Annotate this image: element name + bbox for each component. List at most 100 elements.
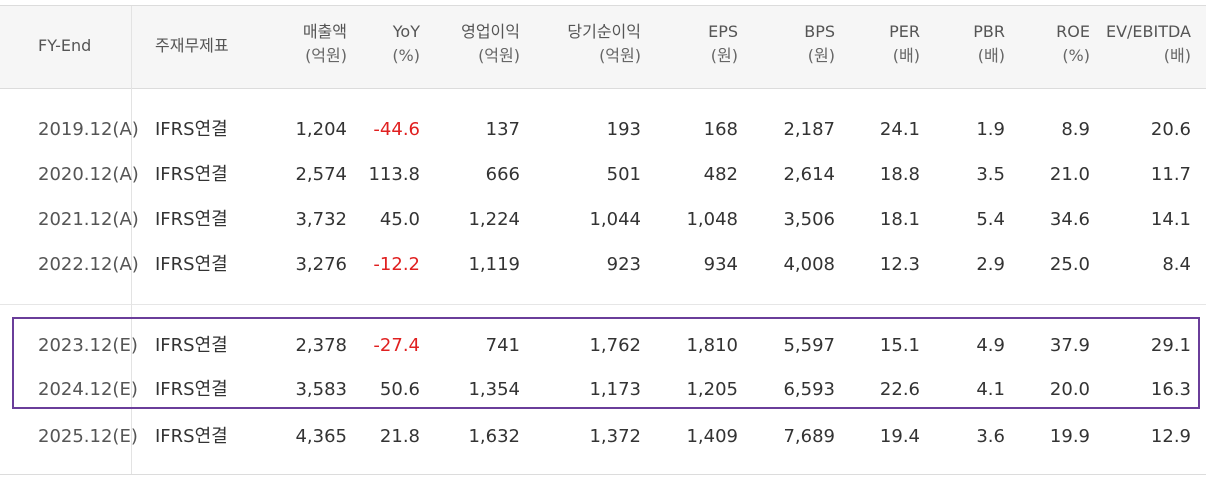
cell-roe: 25.0	[1049, 254, 1090, 275]
cell-roe: 8.9	[1061, 119, 1090, 140]
cell-pbr: 5.4	[976, 209, 1005, 230]
column-header-unit: (배)	[1163, 46, 1191, 65]
cell-bps: 2,614	[783, 164, 835, 185]
column-header-label: 주재무제표	[155, 36, 229, 55]
column-header-unit: (원)	[807, 46, 835, 65]
table-bottom-border	[0, 474, 1206, 475]
cell-net: 501	[606, 164, 641, 185]
column-header-bps: BPS (원)	[804, 20, 835, 68]
column-header-label: YoY	[392, 22, 420, 41]
cell-yoy: -44.6	[373, 119, 420, 140]
cell-per: 19.4	[879, 426, 920, 447]
section-divider	[0, 304, 1206, 305]
cell-net: 923	[606, 254, 641, 275]
cell-fy: 2022.12(A)	[38, 254, 139, 275]
cell-eps: 934	[703, 254, 738, 275]
column-header-fy: FY-End	[38, 34, 91, 58]
column-header-label: EPS	[708, 22, 738, 41]
column-header-op: 영업이익 (억원)	[461, 20, 520, 68]
cell-per: 18.1	[879, 209, 920, 230]
cell-revenue: 3,732	[295, 209, 347, 230]
header-bottom-border	[0, 88, 1206, 89]
column-header-eps: EPS (원)	[708, 20, 738, 68]
cell-op: 1,119	[468, 254, 520, 275]
column-header-label: FY-End	[38, 36, 92, 55]
table-row: 2021.12(A) IFRS연결 3,732 45.0 1,224 1,044 1,048…	[0, 205, 1206, 235]
cell-per: 18.8	[879, 164, 920, 185]
cell-op: 1,224	[468, 209, 520, 230]
cell-ev: 8.4	[1162, 254, 1191, 275]
cell-bps: 2,187	[783, 119, 835, 140]
table-row: 2022.12(A) IFRS연결 3,276 -12.2 1,119 923 934 4,0…	[0, 250, 1206, 280]
column-header-basis: 주재무제표	[155, 34, 229, 58]
cell-fy: 2021.12(A)	[38, 209, 139, 230]
cell-eps: 1,048	[686, 209, 738, 230]
column-header-unit: (억원)	[305, 46, 347, 65]
financial-summary-table: FY-End 주재무제표 매출액 (억원) YoY (%) 영업이익 (억원) 당기순이익 (억원…	[0, 0, 1206, 480]
cell-basis: IFRS연결	[155, 254, 228, 275]
cell-eps: 1,409	[686, 426, 738, 447]
column-header-label: PBR	[973, 22, 1005, 41]
cell-roe: 19.9	[1049, 426, 1090, 447]
cell-ev: 14.1	[1150, 209, 1191, 230]
cell-op: 137	[485, 119, 520, 140]
column-header-pbr: PBR (배)	[973, 20, 1005, 68]
cell-revenue: 1,204	[295, 119, 347, 140]
column-header-unit: (배)	[892, 46, 920, 65]
cell-bps: 4,008	[783, 254, 835, 275]
cell-fy: 2025.12(E)	[38, 426, 138, 447]
cell-yoy: 21.8	[379, 426, 420, 447]
table-row: 2025.12(E) IFRS연결 4,365 21.8 1,632 1,372 1,409…	[0, 422, 1206, 452]
column-header-label: PER	[889, 22, 920, 41]
cell-fy: 2019.12(A)	[38, 119, 139, 140]
column-header-label: 매출액	[302, 22, 347, 41]
column-header-net: 당기순이익 (억원)	[567, 20, 641, 68]
cell-net: 193	[606, 119, 641, 140]
column-header-unit: (억원)	[478, 46, 520, 65]
cell-fy: 2020.12(A)	[38, 164, 139, 185]
cell-per: 12.3	[879, 254, 920, 275]
column-header-unit: (%)	[392, 46, 420, 65]
cell-op: 666	[485, 164, 520, 185]
column-header-ev: EV/EBITDA (배)	[1106, 20, 1191, 68]
column-header-unit: (배)	[977, 46, 1005, 65]
cell-eps: 482	[703, 164, 738, 185]
estimate-highlight-box	[12, 317, 1200, 409]
cell-yoy: -12.2	[373, 254, 420, 275]
cell-yoy: 45.0	[379, 209, 420, 230]
cell-per: 24.1	[879, 119, 920, 140]
cell-roe: 34.6	[1049, 209, 1090, 230]
column-header-label: EV/EBITDA	[1105, 22, 1191, 41]
cell-pbr: 2.9	[976, 254, 1005, 275]
cell-basis: IFRS연결	[155, 164, 228, 185]
column-header-unit: (%)	[1062, 46, 1090, 65]
column-header-label: 영업이익	[461, 22, 520, 41]
column-header-label: BPS	[804, 22, 835, 41]
column-header-label: 당기순이익	[567, 22, 641, 41]
cell-ev: 11.7	[1150, 164, 1191, 185]
column-header-roe: ROE (%)	[1056, 20, 1090, 68]
cell-bps: 3,506	[783, 209, 835, 230]
cell-eps: 168	[703, 119, 738, 140]
header-top-border	[0, 5, 1206, 6]
column-header-unit: (원)	[710, 46, 738, 65]
column-header-per: PER (배)	[889, 20, 920, 68]
column-header-label: ROE	[1056, 22, 1090, 41]
cell-bps: 7,689	[783, 426, 835, 447]
cell-basis: IFRS연결	[155, 119, 228, 140]
cell-op: 1,632	[468, 426, 520, 447]
cell-net: 1,044	[589, 209, 641, 230]
cell-ev: 20.6	[1150, 119, 1191, 140]
cell-revenue: 2,574	[295, 164, 347, 185]
table-row: 2020.12(A) IFRS연결 2,574 113.8 666 501 482 2,614…	[0, 160, 1206, 190]
column-header-unit: (억원)	[599, 46, 641, 65]
column-header-revenue: 매출액 (억원)	[303, 20, 347, 68]
cell-basis: IFRS연결	[155, 426, 228, 447]
cell-yoy: 113.8	[368, 164, 420, 185]
cell-pbr: 3.5	[976, 164, 1005, 185]
cell-basis: IFRS연결	[155, 209, 228, 230]
cell-pbr: 1.9	[976, 119, 1005, 140]
cell-pbr: 3.6	[976, 426, 1005, 447]
column-header-yoy: YoY (%)	[392, 20, 420, 68]
cell-net: 1,372	[589, 426, 641, 447]
